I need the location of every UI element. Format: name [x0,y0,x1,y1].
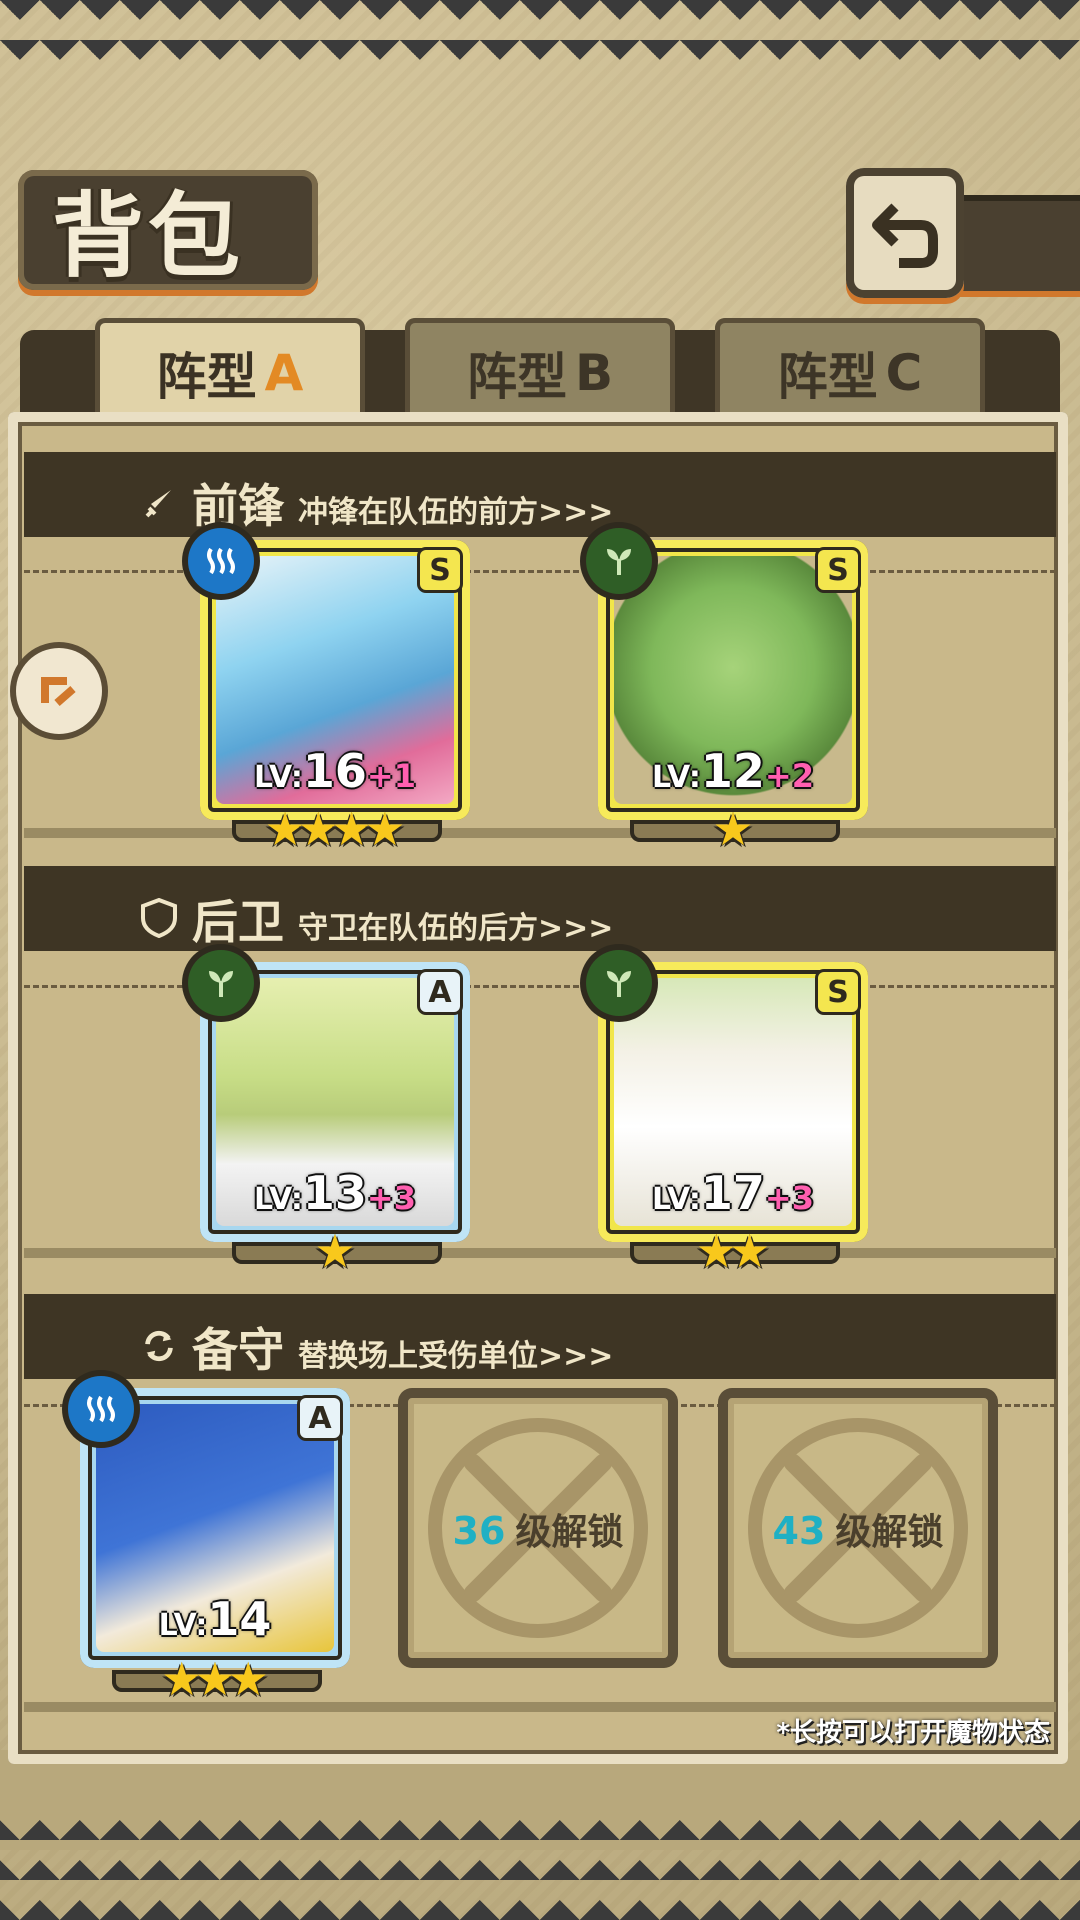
shield-icon [140,898,178,938]
expand-arrow-button[interactable] [16,648,102,734]
unit-card-reserve-1[interactable]: A LV:14 [68,1376,350,1668]
top-border [0,0,1080,70]
tab-letter: A [264,344,304,402]
back-bar [960,195,1080,297]
star-icon: ★ [729,1224,771,1278]
star-rating: ★ [598,806,868,852]
star-rating: ★ ★ ★ ★ [200,806,470,852]
star-icon: ★ [364,802,406,856]
divider [24,570,1056,573]
tab-letter: B [574,344,614,402]
locked-slot-1[interactable]: 36 级解锁 [398,1388,678,1668]
unit-level: LV:14 [158,1592,272,1646]
leaf-element-icon [586,950,652,1016]
unlock-level-text: 36 级解锁 [452,1509,624,1553]
section-header-back: 后卫 守卫在队伍的后方>>> [140,886,613,952]
section-header-reserve: 备守 替换场上受伤单位>>> [140,1314,613,1380]
unit-card-back-1[interactable]: A LV:13+3 [188,950,470,1242]
section-title: 前锋 [192,479,284,533]
rank-badge: S [818,550,858,590]
star-icon: ★ [314,1224,356,1278]
unit-card-front-2[interactable]: S LV:12+2 [586,528,868,820]
water-element-icon [68,1376,134,1442]
star-rating: ★ ★ ★ [80,1656,350,1702]
unit-level: LV:12+2 [652,744,814,798]
tab-letter: C [885,344,923,402]
rank-badge: A [300,1398,340,1438]
tab-label: 阵型 [777,348,878,406]
tab-label: 阵型 [156,348,257,406]
page-title: 背包 [52,182,245,290]
back-button[interactable] [846,168,964,298]
section-desc: 守卫在队伍的后方>>> [298,911,614,946]
leaf-element-icon [188,950,254,1016]
back-arrow-icon [872,203,938,268]
arrow-right-icon [41,677,76,707]
star-icon: ★ [712,802,754,856]
divider [24,985,1056,988]
locked-slot-2[interactable]: 43 级解锁 [718,1388,998,1668]
rank-badge: A [420,972,460,1012]
section-desc: 替换场上受伤单位>>> [298,1339,614,1374]
star-rating: ★ ★ [598,1228,868,1274]
section-desc: 冲锋在队伍的前方>>> [298,495,614,530]
row-strip [24,1248,1056,1258]
section-title: 备守 [192,1323,284,1377]
unit-level: LV:16+1 [254,744,416,798]
unit-card-back-2[interactable]: S LV:17+3 [586,950,868,1242]
unit-level: LV:17+3 [652,1166,814,1220]
star-icon: ★ [227,1652,269,1706]
long-press-hint: *长按可以打开魔物状态 [776,1718,1050,1748]
section-title: 后卫 [192,895,284,949]
rank-badge: S [818,972,858,1012]
swap-icon [140,1327,178,1365]
row-strip [24,828,1056,838]
leaf-element-icon [586,528,652,594]
unlock-level-text: 43 级解锁 [772,1509,944,1553]
rank-badge: S [420,550,460,590]
tab-label: 阵型 [466,348,567,406]
bottom-border [0,1810,1080,1920]
water-element-icon [188,528,254,594]
unit-level: LV:13+3 [254,1166,416,1220]
star-rating: ★ [200,1228,470,1274]
sword-icon [140,485,178,523]
unit-card-front-1[interactable]: S LV:16+1 [188,528,470,820]
section-header-front: 前锋 冲锋在队伍的前方>>> [140,470,613,536]
